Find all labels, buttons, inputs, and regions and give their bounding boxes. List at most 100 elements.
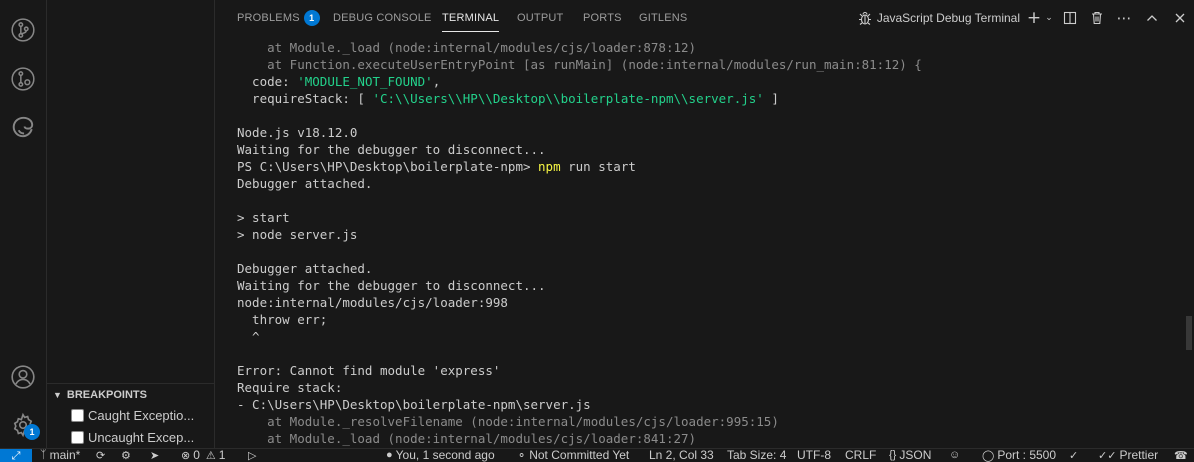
copilot-icon[interactable]: ☺ — [949, 449, 963, 462]
debug-bug-icon — [857, 7, 873, 29]
terminal-scrollbar[interactable] — [1186, 316, 1192, 350]
terminal-line: at Module._load (node:internal/modules/c… — [237, 431, 697, 446]
debug-play-icon[interactable]: ▷ — [248, 449, 259, 462]
activity-bar: 1 — [0, 0, 47, 448]
port-label: Port : 5500 — [997, 448, 1057, 462]
maximize-panel-icon[interactable] — [1138, 7, 1166, 29]
warning-icon: ⚠ — [205, 449, 216, 462]
terminal-string: 'MODULE_NOT_FOUND' — [297, 74, 433, 89]
terminal-text: ] — [763, 91, 779, 106]
terminal-blank — [237, 107, 1177, 124]
tab-ports[interactable]: PORTS — [583, 0, 622, 36]
tab-label: PROBLEMS — [237, 12, 300, 24]
prettier-status[interactable]: ✓✓ Prettier — [1098, 448, 1159, 462]
settings-badge: 1 — [24, 424, 40, 440]
end-of-line[interactable]: CRLF — [845, 449, 876, 462]
terminal-line: ⊗Debugger attached. — [237, 175, 1177, 192]
commit-label: Not Committed Yet — [529, 448, 630, 462]
encoding[interactable]: UTF-8 — [797, 449, 831, 462]
terminal-line: Debugger attached. — [237, 261, 373, 276]
bottom-panel: PROBLEMS 1 DEBUG CONSOLE TERMINAL OUTPUT… — [215, 0, 1194, 448]
terminal-string: 'C:\\Users\\HP\\Desktop\\boilerplate-npm… — [372, 91, 764, 106]
check-icon[interactable]: ✓ — [1069, 449, 1081, 462]
terminal-line: Node.js v18.12.0 — [237, 125, 358, 140]
live-server-status[interactable]: ◯ Port : 5500 — [982, 448, 1057, 462]
terminal-line: at Module._load (node:internal/modules/c… — [237, 40, 697, 55]
breakpoint-uncaught-exceptions[interactable]: Uncaught Excep... — [71, 427, 194, 447]
source-control-icon[interactable] — [8, 15, 38, 45]
terminal-blank — [237, 345, 1177, 362]
warning-count: 1 — [218, 448, 226, 462]
close-icon[interactable] — [1166, 7, 1194, 29]
remote-indicator-icon[interactable]: ⤢ — [0, 449, 32, 462]
problems-badge: 1 — [303, 10, 320, 26]
cursor-position[interactable]: Ln 2, Col 33 — [649, 449, 714, 462]
split-terminal-icon[interactable] — [1056, 7, 1084, 29]
terminal-prompt: PS C:\Users\HP\Desktop\boilerplate-npm> — [237, 159, 539, 174]
blame-label: You, 1 second ago — [395, 448, 495, 462]
terminal-line: - C:\Users\HP\Desktop\boilerplate-npm\se… — [237, 397, 591, 412]
checkbox[interactable] — [71, 408, 84, 422]
terminal-text: code: — [237, 74, 298, 89]
rocket-icon[interactable]: ➤ — [150, 449, 162, 462]
error-count: 0 — [193, 448, 200, 462]
pull-requests-icon[interactable] — [8, 64, 38, 94]
terminal-line: Waiting for the debugger to disconnect..… — [237, 278, 546, 293]
blame-status[interactable]: ● You, 1 second ago — [386, 448, 495, 462]
broadcast-icon: ◯ — [982, 449, 995, 462]
branch-status[interactable]: ᛉ main* — [40, 449, 80, 462]
commit-status[interactable]: ⚬ Not Committed Yet — [517, 448, 630, 462]
edge-devtools-icon[interactable] — [8, 112, 38, 142]
error-icon: ⊗ — [181, 449, 191, 462]
terminal-line: at Function.executeUserEntryPoint [as ru… — [237, 57, 922, 72]
breakpoints-header[interactable]: ▼ BREAKPOINTS — [47, 383, 214, 405]
prettier-label: Prettier — [1119, 448, 1159, 462]
terminal-line: > node server.js — [237, 227, 358, 242]
problems-status[interactable]: ⊗ 0 ⚠ 1 — [181, 448, 226, 462]
terminal-output[interactable]: at Module._load (node:internal/modules/c… — [237, 39, 1177, 448]
tab-output[interactable]: OUTPUT — [517, 0, 563, 36]
terminal-name[interactable]: JavaScript Debug Terminal — [877, 11, 1020, 25]
terminal-line: code: 'MODULE_NOT_FOUND', — [237, 73, 1177, 90]
tab-problems[interactable]: PROBLEMS 1 — [237, 0, 320, 36]
terminal-line: throw err; — [237, 312, 328, 327]
terminal-line: requireStack: [ 'C:\\Users\\HP\\Desktop\… — [237, 90, 1177, 107]
double-check-icon: ✓✓ — [1098, 449, 1117, 462]
commit-icon: ⚬ — [517, 449, 527, 462]
breakpoint-label: Uncaught Excep... — [88, 429, 195, 445]
trash-icon[interactable] — [1084, 7, 1110, 29]
tab-debug-console[interactable]: DEBUG CONSOLE — [333, 0, 432, 36]
terminal-text: , — [432, 74, 441, 89]
breakpoint-caught-exceptions[interactable]: Caught Exceptio... — [71, 405, 194, 425]
notifications-bell-icon[interactable]: ☎ — [1174, 449, 1191, 462]
settings-gear-icon[interactable]: 1 — [8, 410, 40, 440]
sync-icon[interactable]: ⟳ — [96, 449, 108, 462]
terminal-text: Debugger attached. — [237, 176, 373, 191]
account-icon[interactable] — [8, 362, 38, 392]
language-mode[interactable]: {} JSON — [889, 448, 932, 462]
new-terminal-plus-icon[interactable]: + — [1026, 7, 1042, 29]
terminal-blank — [237, 243, 1177, 260]
tab-gitlens[interactable]: GITLENS — [639, 0, 687, 36]
terminal-actions: JavaScript Debug Terminal + ⌄ ⋯ — [857, 0, 1194, 36]
terminal-line: > start — [237, 210, 290, 225]
terminal-line: node:internal/modules/cjs/loader:998 — [237, 295, 508, 310]
breakpoints-title: BREAKPOINTS — [66, 388, 147, 401]
tab-label: TERMINAL — [442, 12, 500, 24]
git-graph-icon[interactable]: ⚙ — [121, 449, 134, 462]
braces-icon: {} — [889, 449, 897, 461]
checkbox[interactable] — [71, 430, 84, 444]
terminal-blank — [237, 192, 1177, 209]
terminal-line: Error: Cannot find module 'express' — [237, 363, 501, 378]
language-label: JSON — [899, 448, 932, 462]
terminal-line: Waiting for the debugger to disconnect..… — [237, 142, 546, 157]
more-actions-icon[interactable]: ⋯ — [1110, 7, 1138, 29]
chevron-down-icon[interactable]: ⌄ — [1042, 7, 1056, 29]
terminal-line: PS C:\Users\HP\Desktop\boilerplate-npm> … — [237, 158, 1177, 175]
terminal-text: run start — [560, 159, 636, 174]
status-bar: ⤢ ᛉ main* ⟳ ⚙ ➤ ⊗ 0 ⚠ 1 ▷ ● You, 1 secon… — [0, 448, 1194, 462]
tab-terminal[interactable]: TERMINAL — [442, 0, 500, 36]
terminal-command: npm — [538, 159, 561, 174]
tab-size[interactable]: Tab Size: 4 — [727, 449, 786, 462]
side-panel: ▼ BREAKPOINTS Caught Exceptio... Uncaugh… — [47, 0, 215, 448]
